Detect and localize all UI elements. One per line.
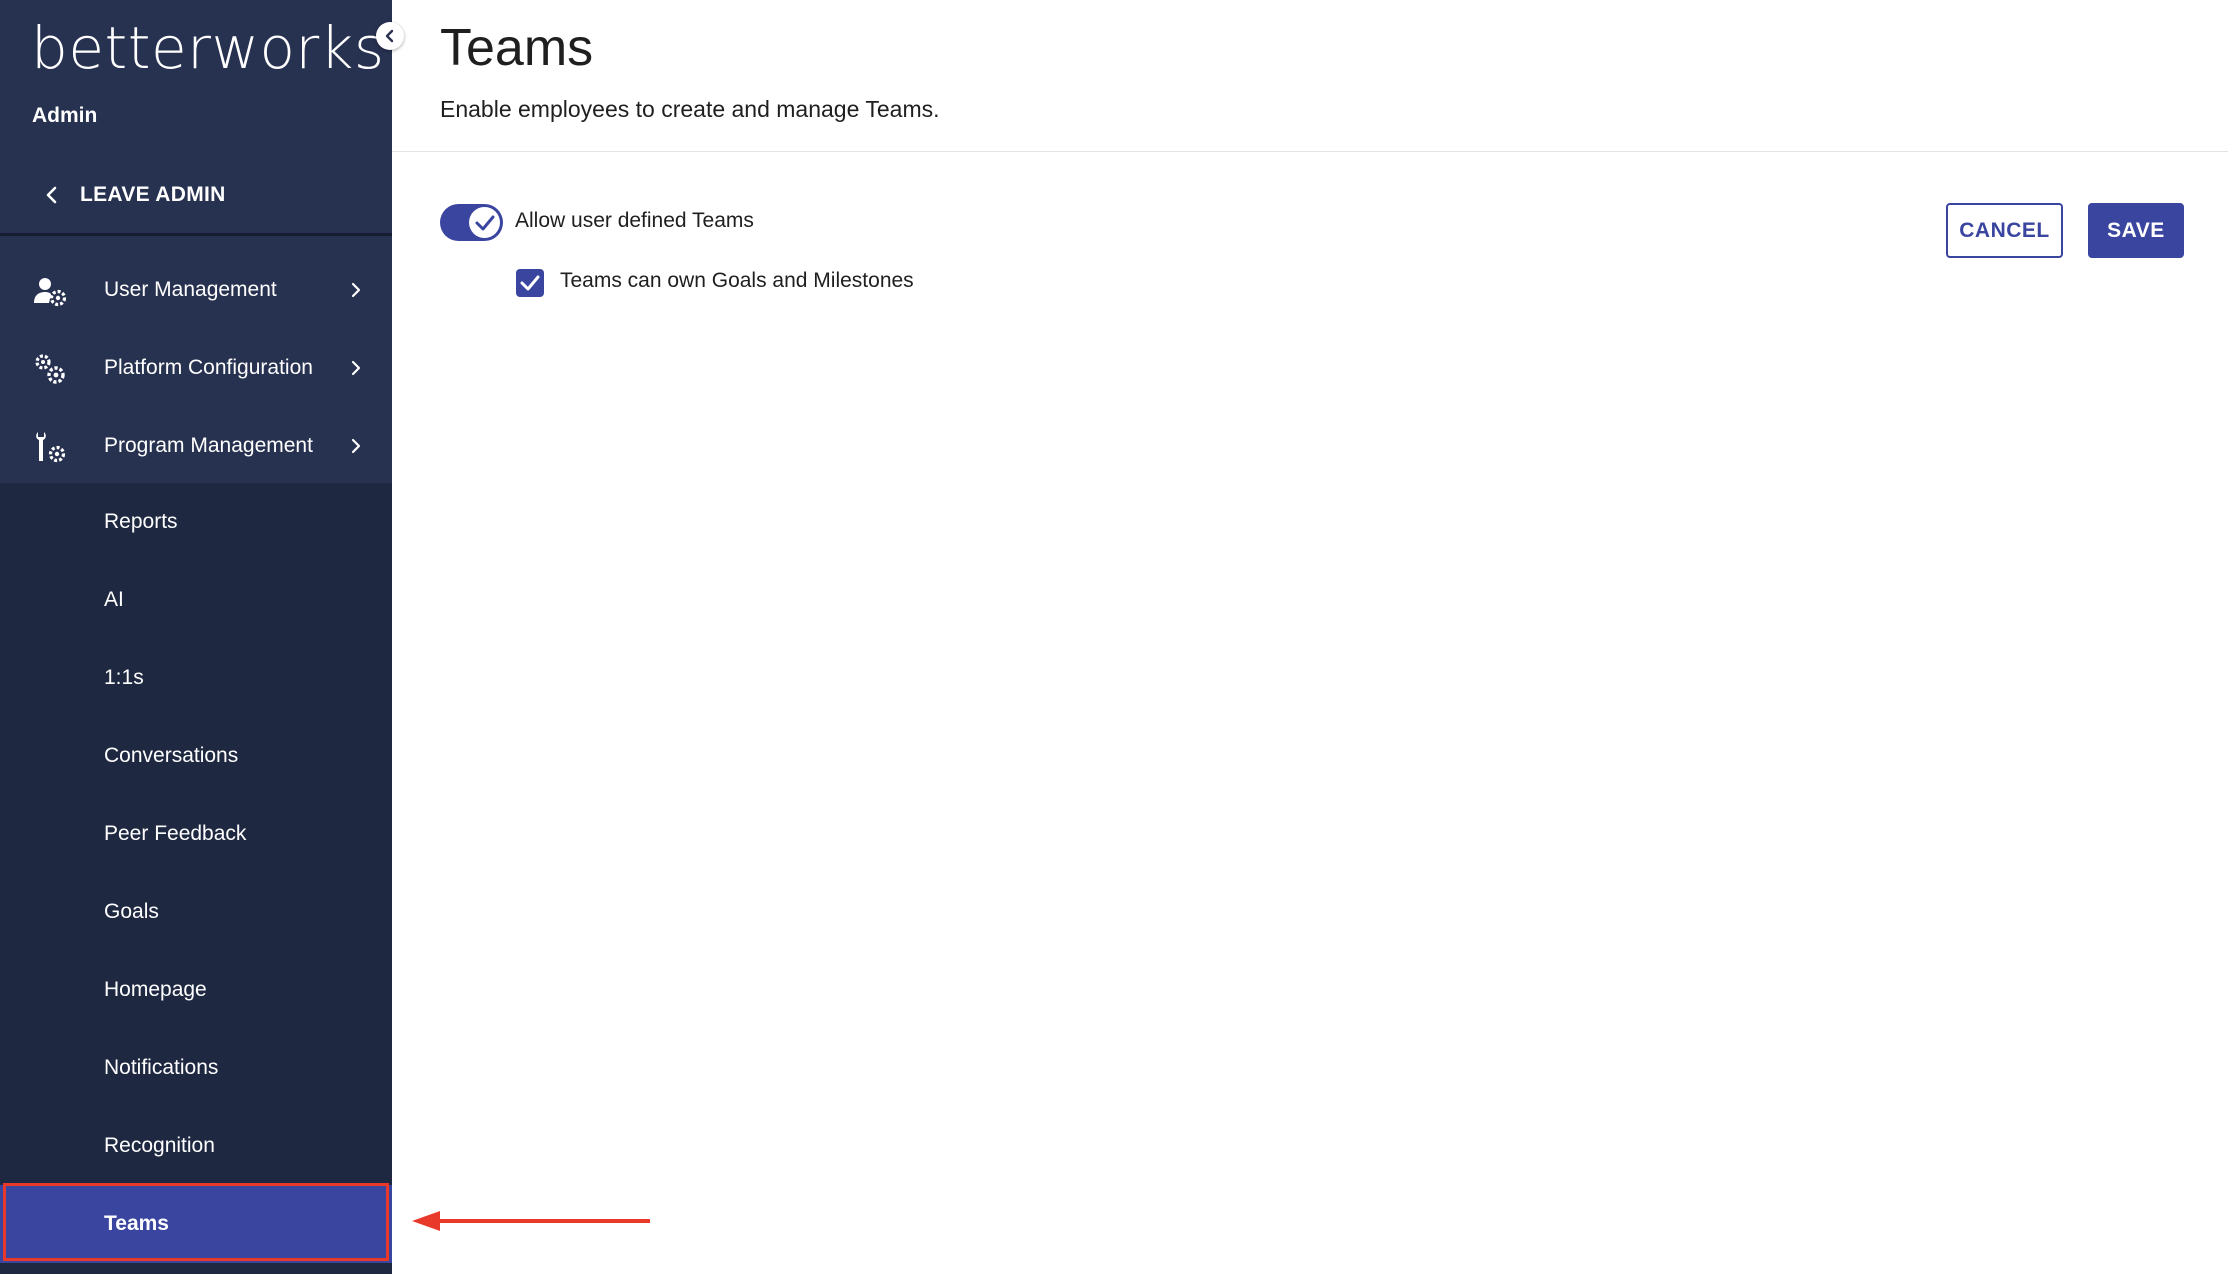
annotation-arrow-icon [412,1211,650,1231]
admin-sidebar: betterworks Admin LEAVE ADMIN User Manag… [0,0,392,1274]
cancel-button[interactable]: CANCEL [1946,203,2063,258]
checkmark-icon [475,215,495,231]
sidebar-item-platform-configuration[interactable]: Platform Configuration [0,329,392,407]
sidebar-item-notifications[interactable]: Notifications [0,1029,392,1107]
sidebar-item-user-management[interactable]: User Management [0,251,392,329]
sidebar-item-label: Goals [104,900,159,923]
checkmark-icon [520,275,540,291]
betterworks-logo: betterworks [31,14,385,82]
save-button[interactable]: SAVE [2088,203,2184,258]
sidebar-item-recognition[interactable]: Recognition [0,1107,392,1185]
sidebar-item-goals[interactable]: Goals [0,873,392,951]
teams-own-goals-checkbox[interactable] [516,269,544,297]
gears-icon [35,354,65,384]
chevron-left-icon [385,29,394,43]
wrench-gear-icon [36,432,66,463]
sidebar-item-peer-feedback[interactable]: Peer Feedback [0,795,392,873]
user-gear-icon [34,278,67,307]
chevron-right-icon [351,360,361,376]
sidebar-item-teams[interactable]: Teams [0,1185,392,1263]
sidebar-item-label: Homepage [104,978,207,1001]
page-title: Teams [440,19,594,77]
toggle-label: Allow user defined Teams [515,209,754,232]
page-subtitle: Enable employees to create and manage Te… [440,96,940,122]
sidebar-item-ai[interactable]: AI [0,561,392,639]
sidebar-item-label: Program Management [104,434,313,457]
sidebar-item-conversations[interactable]: Conversations [0,717,392,795]
sidebar-item-label: Platform Configuration [104,356,313,379]
sidebar-item-homepage[interactable]: Homepage [0,951,392,1029]
toggle-knob [469,207,500,238]
sidebar-item-one-on-ones[interactable]: 1:1s [0,639,392,717]
sidebar-item-label: Notifications [104,1056,219,1079]
allow-user-defined-teams-toggle[interactable] [440,204,503,241]
sidebar-section-label: Admin [32,104,98,127]
sidebar-item-reports[interactable]: Reports [0,483,392,561]
leave-admin-label: LEAVE ADMIN [80,183,226,206]
sidebar-item-program-management[interactable]: Program Management [0,407,392,485]
sidebar-item-label: Conversations [104,744,239,767]
sidebar-header: betterworks Admin LEAVE ADMIN [0,0,392,233]
chevron-left-icon [46,186,57,204]
chevron-right-icon [351,282,361,298]
sidebar-item-label: AI [104,588,124,611]
sidebar-primary-nav: User Management Platform Configuration P… [0,236,392,483]
sidebar-item-label: Reports [104,510,178,533]
sidebar-item-label: Recognition [104,1134,215,1157]
chevron-right-icon [351,438,361,454]
sidebar-item-label: Peer Feedback [104,822,247,845]
sidebar-item-label: Teams [104,1212,169,1235]
leave-admin-button[interactable]: LEAVE ADMIN [0,163,392,229]
sidebar-item-label: 1:1s [104,666,144,689]
collapse-sidebar-button[interactable] [376,22,404,50]
checkbox-label: Teams can own Goals and Milestones [560,269,914,292]
header-divider [392,151,2228,152]
sidebar-item-label: User Management [104,278,277,301]
